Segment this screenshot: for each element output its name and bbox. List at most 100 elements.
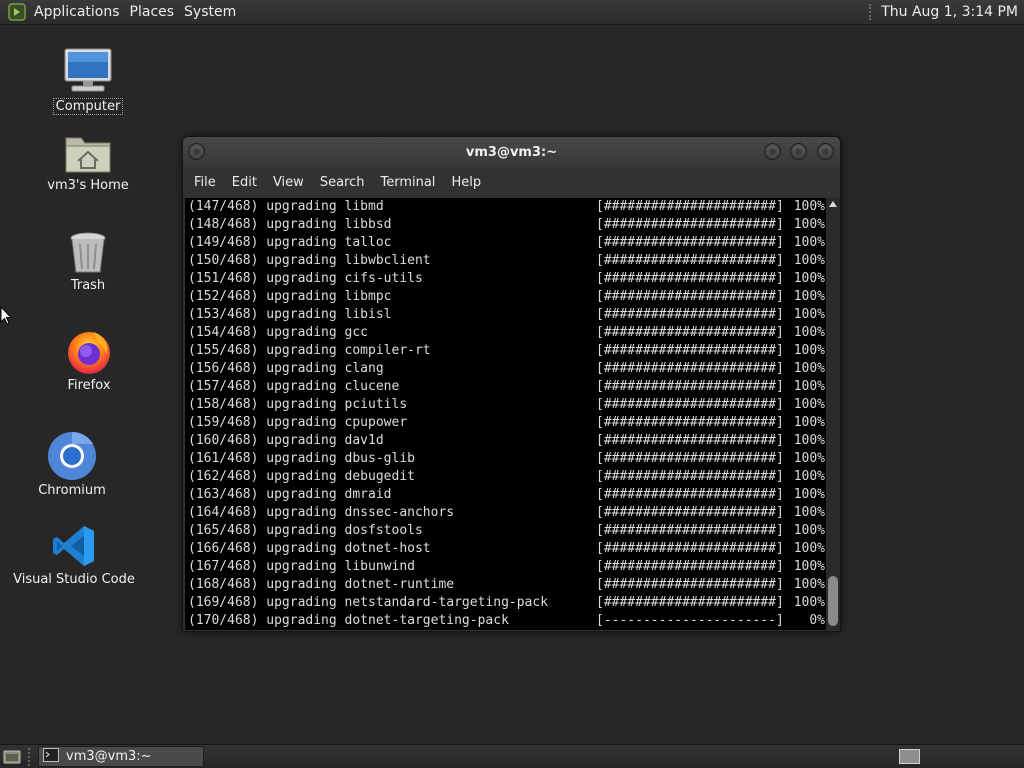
terminal-line: (170/468) upgrading dotnet-targeting-pac… [188, 612, 826, 630]
progress-bar-text: [######################] [596, 253, 784, 268]
workspace-switcher[interactable] [899, 749, 920, 764]
vscode-icon [9, 514, 139, 570]
taskbar-item-label: vm3@vm3:~ [66, 749, 152, 764]
terminal-line: (164/468) upgrading dnssec-anchors [#####… [188, 504, 826, 522]
terminal-output[interactable]: (147/468) upgrading libmd [##############… [185, 198, 826, 630]
progress-percent: 100% [793, 577, 825, 592]
progress-percent: 100% [793, 199, 825, 214]
progress-percent: 100% [793, 505, 825, 520]
terminal-line-text: (152/468) upgrading libmpc [188, 289, 392, 304]
terminal-line-text: (149/468) upgrading talloc [188, 235, 392, 250]
desktop-icon-trash[interactable]: Trash [23, 220, 153, 293]
terminal-line: (155/468) upgrading compiler-rt [########… [188, 342, 826, 360]
terminal-line-text: (169/468) upgrading netstandard-targetin… [188, 595, 549, 610]
terminal-line: (157/468) upgrading clucene [############… [188, 378, 826, 396]
window-menubar: File Edit View Search Terminal Help [183, 167, 840, 197]
window-titlebar[interactable]: vm3@vm3:~ [183, 137, 840, 167]
desktop-icon-label: Computer [52, 98, 124, 115]
progress-percent: 100% [793, 397, 825, 412]
trash-icon [23, 220, 153, 276]
progress-bar-text: [######################] [596, 379, 784, 394]
distro-logo-icon[interactable] [8, 3, 26, 21]
progress-percent: 100% [793, 469, 825, 484]
bottom-panel: vm3@vm3:~ [0, 744, 1024, 768]
taskbar-item-terminal[interactable]: vm3@vm3:~ [38, 746, 204, 767]
terminal-line-text: (160/468) upgrading dav1d [188, 433, 384, 448]
terminal-line-text: (159/468) upgrading cpupower [188, 415, 408, 430]
terminal-line: (156/468) upgrading clang [##############… [188, 360, 826, 378]
menu-terminal[interactable]: Terminal [375, 175, 446, 190]
terminal-line: (159/468) upgrading cpupower [###########… [188, 414, 826, 432]
terminal-icon [43, 747, 59, 766]
desktop-icon-label: vm3's Home [47, 178, 129, 193]
progress-bar-text: [######################] [596, 217, 784, 232]
terminal-line: (151/468) upgrading cifs-utils [#########… [188, 270, 826, 288]
system-menu[interactable]: System [182, 4, 244, 20]
applications-menu[interactable]: Applications [32, 4, 128, 20]
window-title: vm3@vm3:~ [465, 144, 558, 160]
maximize-button[interactable] [790, 143, 807, 160]
desktop-icon-firefox[interactable]: Firefox [24, 320, 154, 393]
terminal-line-text: (147/468) upgrading libmd [188, 199, 384, 214]
firefox-icon [24, 320, 154, 376]
terminal-line-text: (150/468) upgrading libwbclient [188, 253, 431, 268]
terminal-line-text: (163/468) upgrading dmraid [188, 487, 392, 502]
desktop-icon-vscode[interactable]: Visual Studio Code [9, 514, 139, 587]
progress-bar-text: [######################] [596, 361, 784, 376]
desktop-icon-home[interactable]: vm3's Home [23, 120, 153, 193]
progress-bar-text: [######################] [596, 487, 784, 502]
menu-edit[interactable]: Edit [227, 175, 268, 190]
terminal-line: (169/468) upgrading netstandard-targetin… [188, 594, 826, 612]
progress-bar-text: [######################] [596, 271, 784, 286]
progress-bar-text: [######################] [596, 433, 784, 448]
progress-percent: 100% [793, 451, 825, 466]
top-panel: Applications Places System Thu Aug 1, 3:… [0, 0, 1024, 25]
progress-percent: 100% [793, 235, 825, 250]
progress-percent: 100% [793, 271, 825, 286]
show-desktop-icon[interactable] [2, 748, 22, 766]
progress-bar-text: [######################] [596, 325, 784, 340]
terminal-window[interactable]: vm3@vm3:~ File Edit View Search Terminal… [182, 136, 841, 632]
home-folder-icon [23, 120, 153, 176]
terminal-line-text: (155/468) upgrading compiler-rt [188, 343, 431, 358]
menu-file[interactable]: File [189, 175, 227, 190]
terminal-line: (160/468) upgrading dav1d [##############… [188, 432, 826, 450]
desktop-icon-computer[interactable]: Computer [23, 40, 153, 115]
terminal-line-text: (157/468) upgrading clucene [188, 379, 400, 394]
desktop-icon-chromium[interactable]: Chromium [7, 425, 137, 498]
progress-bar-text: [######################] [596, 523, 784, 538]
progress-bar-text: [######################] [596, 307, 784, 322]
window-menu-button[interactable] [188, 143, 205, 160]
progress-percent: 100% [793, 289, 825, 304]
terminal-line: (147/468) upgrading libmd [##############… [188, 198, 826, 216]
terminal-line-text: (166/468) upgrading dotnet-host [188, 541, 431, 556]
close-button[interactable] [817, 143, 834, 160]
progress-bar-text: [######################] [596, 577, 784, 592]
scroll-up-arrow-icon[interactable] [829, 201, 837, 207]
progress-bar-text: [######################] [596, 289, 784, 304]
progress-bar-text: [######################] [596, 415, 784, 430]
terminal-line: (165/468) upgrading dosfstools [#########… [188, 522, 826, 540]
progress-percent: 100% [793, 361, 825, 376]
terminal-line: (148/468) upgrading libbsd [#############… [188, 216, 826, 234]
menu-help[interactable]: Help [446, 175, 492, 190]
progress-percent: 100% [793, 217, 825, 232]
progress-percent: 100% [793, 325, 825, 340]
progress-bar-text: [######################] [596, 397, 784, 412]
minimize-button[interactable] [764, 143, 781, 160]
scrollbar-thumb[interactable] [828, 576, 838, 626]
terminal-line: (168/468) upgrading dotnet-runtime [#####… [188, 576, 826, 594]
terminal-line: (166/468) upgrading dotnet-host [########… [188, 540, 826, 558]
vertical-scrollbar[interactable] [826, 198, 840, 630]
clock[interactable]: Thu Aug 1, 3:14 PM [881, 4, 1024, 20]
terminal-line-text: (162/468) upgrading debugedit [188, 469, 415, 484]
terminal-line-text: (165/468) upgrading dosfstools [188, 523, 423, 538]
places-menu[interactable]: Places [128, 4, 183, 20]
progress-percent: 100% [793, 379, 825, 394]
progress-bar-text: [######################] [596, 559, 784, 574]
progress-bar-text: [######################] [596, 595, 784, 610]
terminal-line-text: (158/468) upgrading pciutils [188, 397, 408, 412]
menu-search[interactable]: Search [315, 175, 376, 190]
terminal-line-text: (161/468) upgrading dbus-glib [188, 451, 415, 466]
menu-view[interactable]: View [268, 175, 315, 190]
